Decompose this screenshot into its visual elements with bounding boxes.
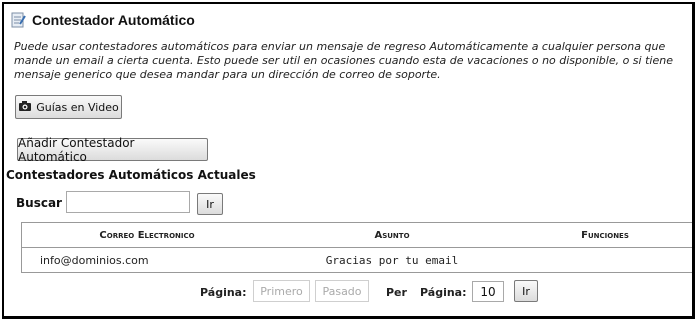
search-label: Buscar (16, 196, 62, 210)
camera-icon (18, 100, 32, 115)
column-header-email[interactable]: Correo Electronico (22, 230, 272, 241)
video-guides-label: Guías en Video (36, 100, 119, 114)
column-header-functions: Funciones (581, 229, 629, 241)
row-email: info@dominios.com (40, 253, 149, 267)
column-header-subject[interactable]: Asunto (272, 230, 512, 241)
table-header: Correo Electronico Asunto Funciones (22, 223, 692, 248)
note-icon (10, 12, 26, 28)
per-page-label: Página: (420, 286, 467, 299)
search-go-button[interactable]: Ir (197, 193, 223, 215)
per-label: Per (386, 286, 407, 299)
page-header: Contestador Automático (10, 12, 195, 28)
section-title: Contestadores Automáticos Actuales (6, 168, 256, 182)
per-page-go-button[interactable]: Ir (514, 280, 538, 302)
video-guides-button[interactable]: Guías en Video (15, 95, 122, 119)
pagination: Página: Primero Pasado Per Página: 10 Ir (4, 280, 692, 304)
autoresponders-table: Correo Electronico Asunto Funciones info… (21, 222, 692, 273)
add-autoresponder-button[interactable]: Añadir Contestador Automático (17, 136, 208, 164)
previous-page-button[interactable]: Pasado (315, 280, 369, 302)
page-label: Página: (200, 286, 247, 299)
page-description: Puede usar contestadores automáticos par… (14, 40, 673, 81)
row-subject: Gracias por tu email (325, 253, 459, 267)
autoresponder-panel: Contestador Automático Puede usar contes… (2, 2, 695, 319)
per-page-input[interactable]: 10 (472, 281, 504, 302)
page-title: Contestador Automático (32, 12, 195, 28)
table-row: info@dominios.com Gracias por tu email (22, 248, 692, 272)
search-input[interactable] (66, 191, 190, 213)
first-page-button[interactable]: Primero (253, 280, 310, 302)
